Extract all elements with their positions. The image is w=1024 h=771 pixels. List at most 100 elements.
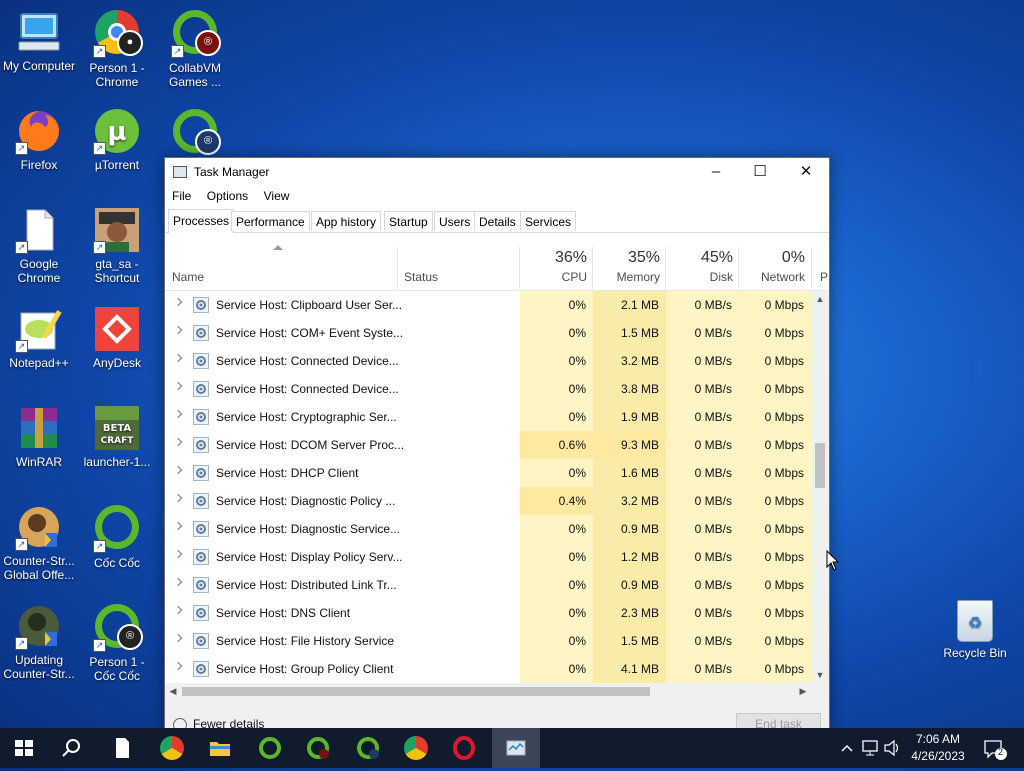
desktop-icon-winrar[interactable]: WinRAR [0,404,78,469]
table-row[interactable]: Service Host: Diagnostic Policy ... 0.4% 3… [165,487,811,515]
taskbar-file-explorer[interactable] [196,728,244,768]
search-button[interactable] [48,728,96,768]
menu-file[interactable]: File [168,186,195,203]
expand-chevron-icon[interactable] [173,521,183,531]
desktop-icon-collabvm-games[interactable]: ® ↗ CollabVM Games ... [156,8,234,89]
table-row[interactable]: Service Host: COM+ Event Syste... 0% 1.5 M… [165,319,811,347]
start-button[interactable] [0,728,48,768]
scroll-thumb[interactable] [815,443,825,488]
table-row[interactable]: Service Host: Diagnostic Service... 0% 0.9… [165,515,811,543]
table-row[interactable]: Service Host: Connected Device... 0% 3.8 M… [165,375,811,403]
tab-processes[interactable]: Processes [168,209,235,233]
volume-tray[interactable] [882,728,902,768]
close-button[interactable]: ✕ [783,158,829,186]
taskbar-task-manager[interactable] [492,728,540,768]
cell-cpu: 0% [520,627,593,655]
scroll-up-icon[interactable]: ▲ [811,291,829,307]
tab-details[interactable]: Details [474,211,521,231]
taskbar-file[interactable] [98,728,146,768]
expand-chevron-icon[interactable] [173,633,183,643]
expand-chevron-icon[interactable] [173,605,183,615]
tab-services[interactable]: Services [520,211,577,231]
vertical-scrollbar[interactable]: ▲ ▼ [811,291,829,683]
desktop-icon-google-chrome[interactable]: ↗ Google Chrome [0,206,78,285]
minimize-button[interactable]: – [693,158,739,186]
cell-cpu: 0% [520,375,593,403]
expand-chevron-icon[interactable] [173,661,183,671]
taskbar-coccoc-3[interactable] [344,728,392,768]
column-memory[interactable]: 35% Memory [593,234,666,290]
taskbar-coccoc-2[interactable] [294,728,342,768]
expand-chevron-icon[interactable] [173,437,183,447]
expand-chevron-icon[interactable] [173,353,183,363]
cell-disk: 0 MB/s [666,655,739,683]
maximize-button[interactable]: ☐ [737,158,783,186]
taskbar-chrome-profile[interactable] [392,728,440,768]
expand-chevron-icon[interactable] [173,493,183,503]
menu-bar: File Options View [165,186,829,208]
desktop-icon-collabvm-2[interactable]: ® [156,107,234,160]
cell-disk: 0 MB/s [666,571,739,599]
table-row[interactable]: Service Host: Group Policy Client 0% 4.1 M… [165,655,811,683]
desktop-icon-notepadpp[interactable]: ↗ Notepad++ [0,305,78,370]
network-tray[interactable] [860,728,882,768]
expand-chevron-icon[interactable] [173,409,183,419]
notification-center-button[interactable]: 2 [980,728,1010,768]
scroll-thumb-horizontal[interactable] [182,687,650,696]
desktop-icon-updating-counter-strike[interactable]: ↗ Updating Counter-Str... [0,602,78,681]
column-name[interactable]: Name [165,234,397,290]
taskbar-opera[interactable] [440,728,488,768]
horizontal-scrollbar[interactable]: ◀ ▶ [165,683,811,700]
search-icon [62,739,80,757]
table-row[interactable]: Service Host: Clipboard User Ser... 0% 2.1… [165,291,811,319]
desktop-icon-recycle-bin[interactable]: ♻ Recycle Bin [940,600,1010,660]
desktop-icon-firefox[interactable]: ↗ Firefox [0,107,78,172]
desktop-icon-utorrent[interactable]: µ ↗ µTorrent [78,107,156,172]
tab-app-history[interactable]: App history [311,211,382,231]
desktop-icon-counter-strike-go[interactable]: ↗ Counter-Str... Global Offe... [0,503,78,582]
desktop-icon-gta-sa[interactable]: ↗ gta_sa - Shortcut [78,206,156,285]
expand-chevron-icon[interactable] [173,325,183,335]
column-network[interactable]: 0% Network [739,234,811,290]
menu-view[interactable]: View [260,186,294,203]
expand-chevron-icon[interactable] [173,297,183,307]
tab-users[interactable]: Users [434,211,476,231]
table-row[interactable]: Service Host: DCOM Server Proc... 0.6% 9.3… [165,431,811,459]
tab-startup[interactable]: Startup [384,211,433,231]
table-row[interactable]: Service Host: Display Policy Serv... 0% 1.… [165,543,811,571]
desktop-icon-my-computer[interactable]: My Computer [0,8,78,73]
tab-performance[interactable]: Performance [231,211,310,231]
table-row[interactable]: Service Host: File History Service 0% 1.5 … [165,627,811,655]
scroll-right-icon[interactable]: ▶ [795,683,811,700]
cell-network: 0 Mbps [739,655,811,683]
scroll-down-icon[interactable]: ▼ [811,667,829,683]
title-bar[interactable]: Task Manager – ☐ ✕ [165,158,829,186]
process-name: Service Host: DCOM Server Proc... [216,438,405,452]
taskbar-chrome[interactable] [148,728,196,768]
coccoc-icon: ↗ [93,505,141,553]
table-row[interactable]: Service Host: Connected Device... 0% 3.2 M… [165,347,811,375]
desktop-icon-anydesk[interactable]: AnyDesk [78,305,156,370]
table-row[interactable]: Service Host: Distributed Link Tr... 0% 0.… [165,571,811,599]
clock[interactable]: 7:06 AM 4/26/2023 [902,731,974,765]
scroll-left-icon[interactable]: ◀ [165,683,181,700]
column-power[interactable]: P [812,234,829,290]
expand-chevron-icon[interactable] [173,465,183,475]
column-disk[interactable]: 45% Disk [666,234,739,290]
show-hidden-icons[interactable] [838,728,856,768]
desktop-icon-person1-chrome[interactable]: ● ↗ Person 1 - Chrome [78,8,156,89]
table-row[interactable]: Service Host: DNS Client 0% 2.3 MB 0 MB/s 0 … [165,599,811,627]
expand-chevron-icon[interactable] [173,381,183,391]
menu-options[interactable]: Options [203,186,252,203]
column-status[interactable]: Status [397,234,520,290]
table-row[interactable]: Service Host: Cryptographic Ser... 0% 1.9 … [165,403,811,431]
desktop-icon-coccoc[interactable]: ↗ Cốc Cốc [78,503,156,570]
column-cpu[interactable]: 36% CPU [520,234,593,290]
taskbar-coccoc-1[interactable] [246,728,294,768]
desktop-icon-person1-coccoc[interactable]: ® ↗ Person 1 - Cốc Cốc [78,602,156,683]
expand-chevron-icon[interactable] [173,577,183,587]
expand-chevron-icon[interactable] [173,549,183,559]
table-row[interactable]: Service Host: DHCP Client 0% 1.6 MB 0 MB/s 0… [165,459,811,487]
desktop-icon-launcher[interactable]: BETA CRAFT launcher-1... [78,404,156,469]
svg-text:♻: ♻ [968,613,982,632]
